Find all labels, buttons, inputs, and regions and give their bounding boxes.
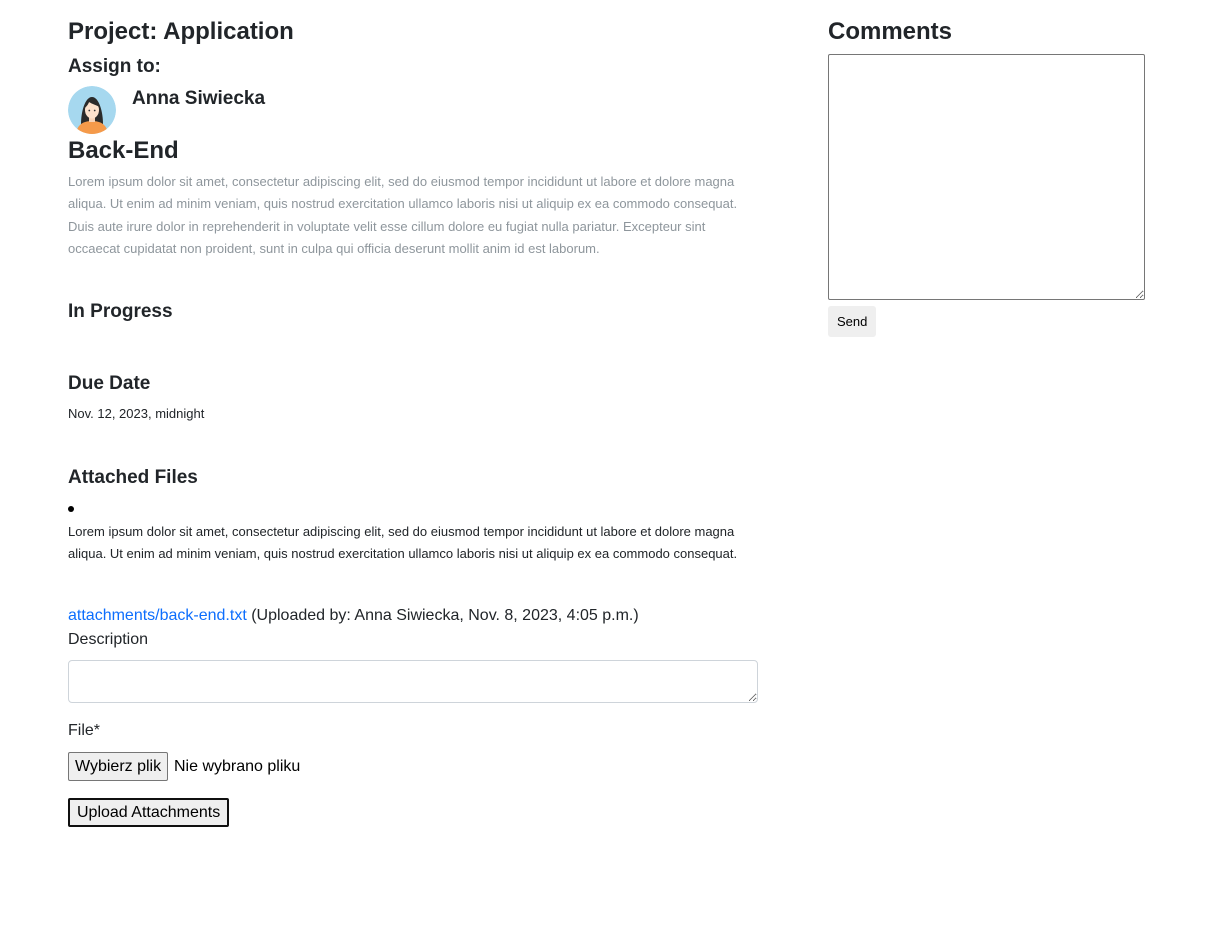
send-comment-button[interactable]: Send bbox=[828, 306, 877, 337]
attachment-description: Lorem ipsum dolor sit amet, consectetur … bbox=[68, 524, 738, 562]
file-input[interactable]: Wybierz plik Nie wybrano pliku bbox=[68, 752, 468, 781]
attachment-item: attachments/back-end.txt (Uploaded by: A… bbox=[68, 605, 639, 627]
due-date-value: Nov. 12, 2023, midnight bbox=[68, 406, 205, 421]
assignee-name: Anna Siwiecka bbox=[132, 88, 266, 109]
list-bullet bbox=[68, 506, 74, 512]
attachment-meta: (Uploaded by: Anna Siwiecka, Nov. 8, 202… bbox=[251, 607, 639, 624]
assignee: Anna Siwiecka bbox=[68, 86, 468, 134]
comments-heading: Comments bbox=[828, 18, 953, 45]
due-date-heading: Due Date bbox=[68, 373, 151, 394]
project-title: Project: Application bbox=[68, 18, 294, 45]
upload-attachments-button[interactable]: Upload Attachments bbox=[68, 798, 230, 827]
task-description: Lorem ipsum dolor sit amet, consectetur … bbox=[68, 174, 738, 256]
description-textarea[interactable] bbox=[68, 660, 758, 703]
file-label: File* bbox=[68, 722, 101, 739]
choose-file-button[interactable]: Wybierz plik bbox=[68, 752, 169, 781]
task-status: In Progress bbox=[68, 301, 173, 322]
assign-to-label: Assign to: bbox=[68, 56, 161, 77]
description-label: Description bbox=[68, 631, 149, 648]
task-name: Back-End bbox=[68, 137, 179, 164]
attachment-link[interactable]: attachments/back-end.txt bbox=[68, 607, 247, 624]
no-file-chosen-text: Nie wybrano pliku bbox=[174, 758, 301, 775]
female-user-avatar-icon bbox=[68, 86, 116, 134]
attached-files-heading: Attached Files bbox=[68, 467, 198, 488]
comment-textarea[interactable] bbox=[828, 54, 1145, 300]
